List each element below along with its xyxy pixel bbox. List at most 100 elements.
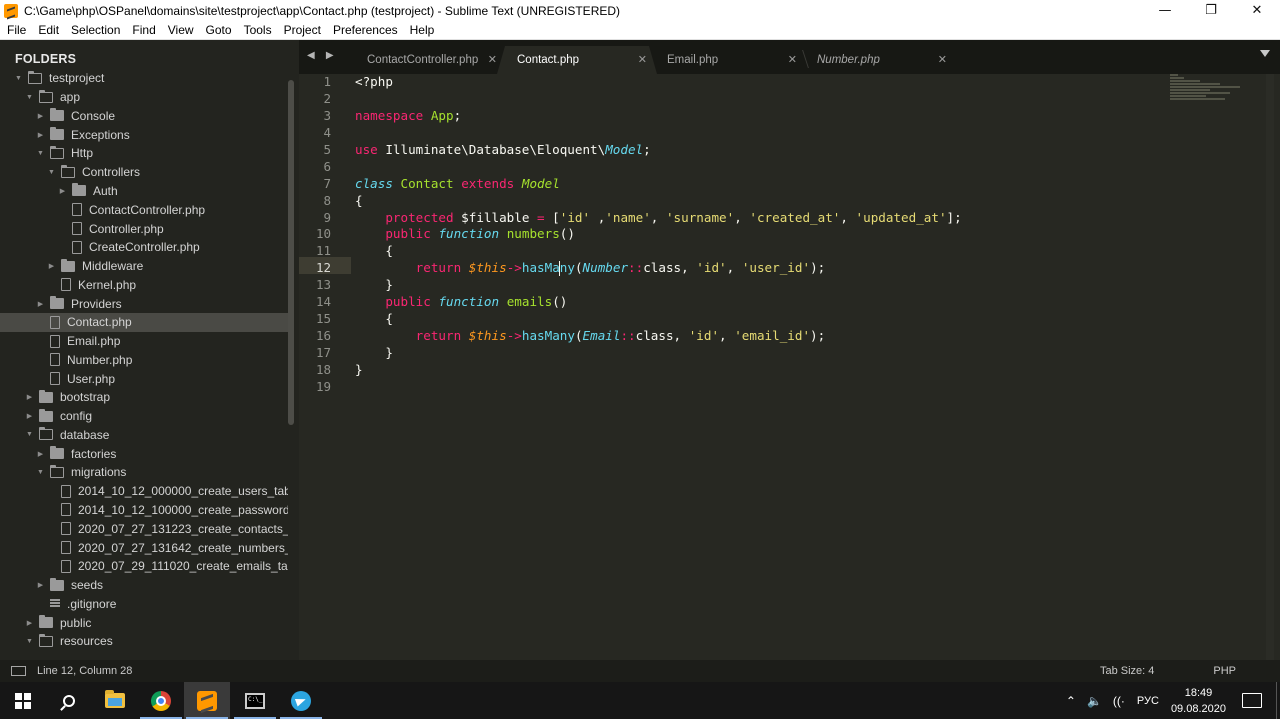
tree-file[interactable]: 2014_10_12_000000_create_users_table.p	[0, 482, 288, 501]
tree-file[interactable]: Kernel.php	[0, 275, 288, 294]
chevron-right-icon[interactable]: ▶	[36, 111, 45, 120]
tree-file[interactable]: Contact.php	[0, 312, 288, 332]
code-line[interactable]: class Contact extends Model	[355, 176, 962, 193]
tree-folder[interactable]: ▶ factories	[0, 444, 288, 463]
tree-folder[interactable]: ▼ Controllers	[0, 163, 288, 182]
taskbar-chrome[interactable]	[138, 682, 184, 719]
chevron-right-icon[interactable]: ▶	[25, 393, 34, 402]
editor-vertical-scrollbar[interactable]	[1266, 74, 1274, 660]
chevron-right-icon[interactable]: ▶	[36, 130, 45, 139]
code-area[interactable]: <?php namespace App; use Illuminate\Databa…	[355, 74, 962, 396]
code-line[interactable]	[355, 379, 962, 396]
clock[interactable]: 18:49 09.08.2020	[1171, 685, 1226, 717]
chevron-right-icon[interactable]: ▶	[25, 412, 34, 421]
chevron-down-icon[interactable]: ▼	[36, 468, 45, 477]
taskbar-sublime-text[interactable]	[184, 682, 230, 719]
notifications-icon[interactable]	[1242, 693, 1262, 708]
tree-folder[interactable]: ▶ public	[0, 613, 288, 632]
tree-folder[interactable]: ▼ resources	[0, 632, 288, 651]
close-icon[interactable]: ✕	[788, 53, 797, 66]
code-line[interactable]: public function numbers()	[355, 226, 962, 243]
taskbar-file-explorer[interactable]	[92, 682, 138, 719]
show-desktop-button[interactable]	[1276, 682, 1280, 719]
code-line[interactable]: }	[355, 362, 962, 379]
minimize-button[interactable]: —	[1142, 0, 1188, 21]
code-line[interactable]: use Illuminate\Database\Eloquent\Model;	[355, 142, 962, 159]
tree-folder[interactable]: ▶ Console	[0, 107, 288, 126]
close-icon[interactable]: ✕	[638, 53, 647, 66]
chevron-up-icon[interactable]: ⌃	[1059, 694, 1083, 708]
tree-folder[interactable]: ▼ testproject	[0, 69, 288, 88]
code-line[interactable]: {	[355, 243, 962, 260]
chevron-down-icon[interactable]: ▼	[25, 637, 34, 646]
code-line[interactable]	[355, 91, 962, 108]
tab-contactcontroller-php[interactable]: ContactController.php ✕	[347, 46, 507, 74]
menu-file[interactable]: File	[2, 23, 31, 37]
chevron-down-icon[interactable]: ▼	[25, 93, 34, 102]
code-line[interactable]: <?php	[355, 74, 962, 91]
menu-selection[interactable]: Selection	[66, 23, 125, 37]
code-line[interactable]: return $this->hasMany(Email::class, 'id'…	[355, 328, 962, 345]
menu-preferences[interactable]: Preferences	[328, 23, 403, 37]
tree-file[interactable]: Email.php	[0, 332, 288, 351]
chevron-right-icon[interactable]: ▶	[25, 618, 34, 627]
tab-nav-arrows[interactable]: ◀ ▶	[307, 50, 338, 61]
tree-file[interactable]: ContactController.php	[0, 200, 288, 219]
tree-folder[interactable]: ▼ app	[0, 88, 288, 107]
code-line[interactable]: }	[355, 345, 962, 362]
taskbar-cmd[interactable]	[232, 682, 278, 719]
tab-list-dropdown-icon[interactable]	[1260, 50, 1270, 57]
tree-folder[interactable]: ▶ bootstrap	[0, 388, 288, 407]
tree-folder[interactable]: ▶ Providers	[0, 294, 288, 313]
tree-file[interactable]: User.php	[0, 369, 288, 388]
tree-folder[interactable]: ▼ migrations	[0, 463, 288, 482]
code-line[interactable]	[355, 125, 962, 142]
tree-file[interactable]: Controller.php	[0, 219, 288, 238]
code-line[interactable]: return $this->hasMany(Number::class, 'id…	[355, 260, 962, 277]
menu-edit[interactable]: Edit	[33, 23, 64, 37]
start-button[interactable]	[0, 682, 46, 719]
tab-size-selector[interactable]: Tab Size: 4	[1100, 665, 1154, 677]
chevron-right-icon[interactable]: ▶	[36, 449, 45, 458]
tree-file[interactable]: CreateController.php	[0, 238, 288, 257]
input-language[interactable]: РУС	[1137, 695, 1159, 707]
close-icon[interactable]: ✕	[488, 53, 497, 66]
menu-goto[interactable]: Goto	[201, 23, 237, 37]
menu-tools[interactable]: Tools	[239, 23, 277, 37]
tree-folder[interactable]: ▼ Http	[0, 144, 288, 163]
menu-find[interactable]: Find	[127, 23, 160, 37]
chevron-right-icon[interactable]: ▶	[36, 581, 45, 590]
menu-help[interactable]: Help	[405, 23, 440, 37]
tree-folder[interactable]: ▶ config	[0, 407, 288, 426]
tree-folder[interactable]: ▶ Exceptions	[0, 125, 288, 144]
maximize-button[interactable]: ❐	[1188, 0, 1234, 21]
syntax-selector[interactable]: PHP	[1213, 665, 1236, 677]
taskbar-search-button[interactable]	[46, 682, 92, 719]
panel-toggle-icon[interactable]	[11, 666, 26, 676]
chevron-down-icon[interactable]: ▼	[25, 430, 34, 439]
chevron-down-icon[interactable]: ▼	[36, 149, 45, 158]
tree-file[interactable]: 2014_10_12_100000_create_password_res	[0, 501, 288, 520]
code-line[interactable]: public function emails()	[355, 294, 962, 311]
chevron-right-icon[interactable]: ▶	[47, 262, 56, 271]
tree-file[interactable]: 2020_07_27_131642_create_numbers_tab	[0, 538, 288, 557]
code-line[interactable]	[355, 159, 962, 176]
minimap[interactable]	[1170, 74, 1240, 114]
tree-file[interactable]: 2020_07_27_131223_create_contacts_tabl	[0, 519, 288, 538]
tree-folder[interactable]: ▶ seeds	[0, 576, 288, 595]
close-button[interactable]: ✕	[1234, 0, 1280, 21]
tree-file[interactable]: Number.php	[0, 350, 288, 369]
code-editor[interactable]: 1 2 3 4 5 6 7 8 9 10 11 12 13 14 15 16 17 18 19 <?php names…	[299, 74, 1280, 660]
code-line[interactable]: {	[355, 311, 962, 328]
code-line[interactable]: }	[355, 277, 962, 294]
chevron-right-icon[interactable]: ▶	[58, 186, 67, 195]
chevron-right-icon[interactable]: ▶	[36, 299, 45, 308]
menu-project[interactable]: Project	[279, 23, 326, 37]
code-line[interactable]: protected $fillable = ['id' ,'name', 'su…	[355, 210, 961, 227]
volume-icon[interactable]: 🔈	[1083, 694, 1107, 708]
tree-file[interactable]: .gitignore	[0, 594, 288, 613]
chevron-down-icon[interactable]: ▼	[47, 168, 56, 177]
close-icon[interactable]: ✕	[938, 53, 947, 66]
tree-folder[interactable]: ▶ Middleware	[0, 257, 288, 276]
network-icon[interactable]: ((·	[1107, 694, 1131, 708]
